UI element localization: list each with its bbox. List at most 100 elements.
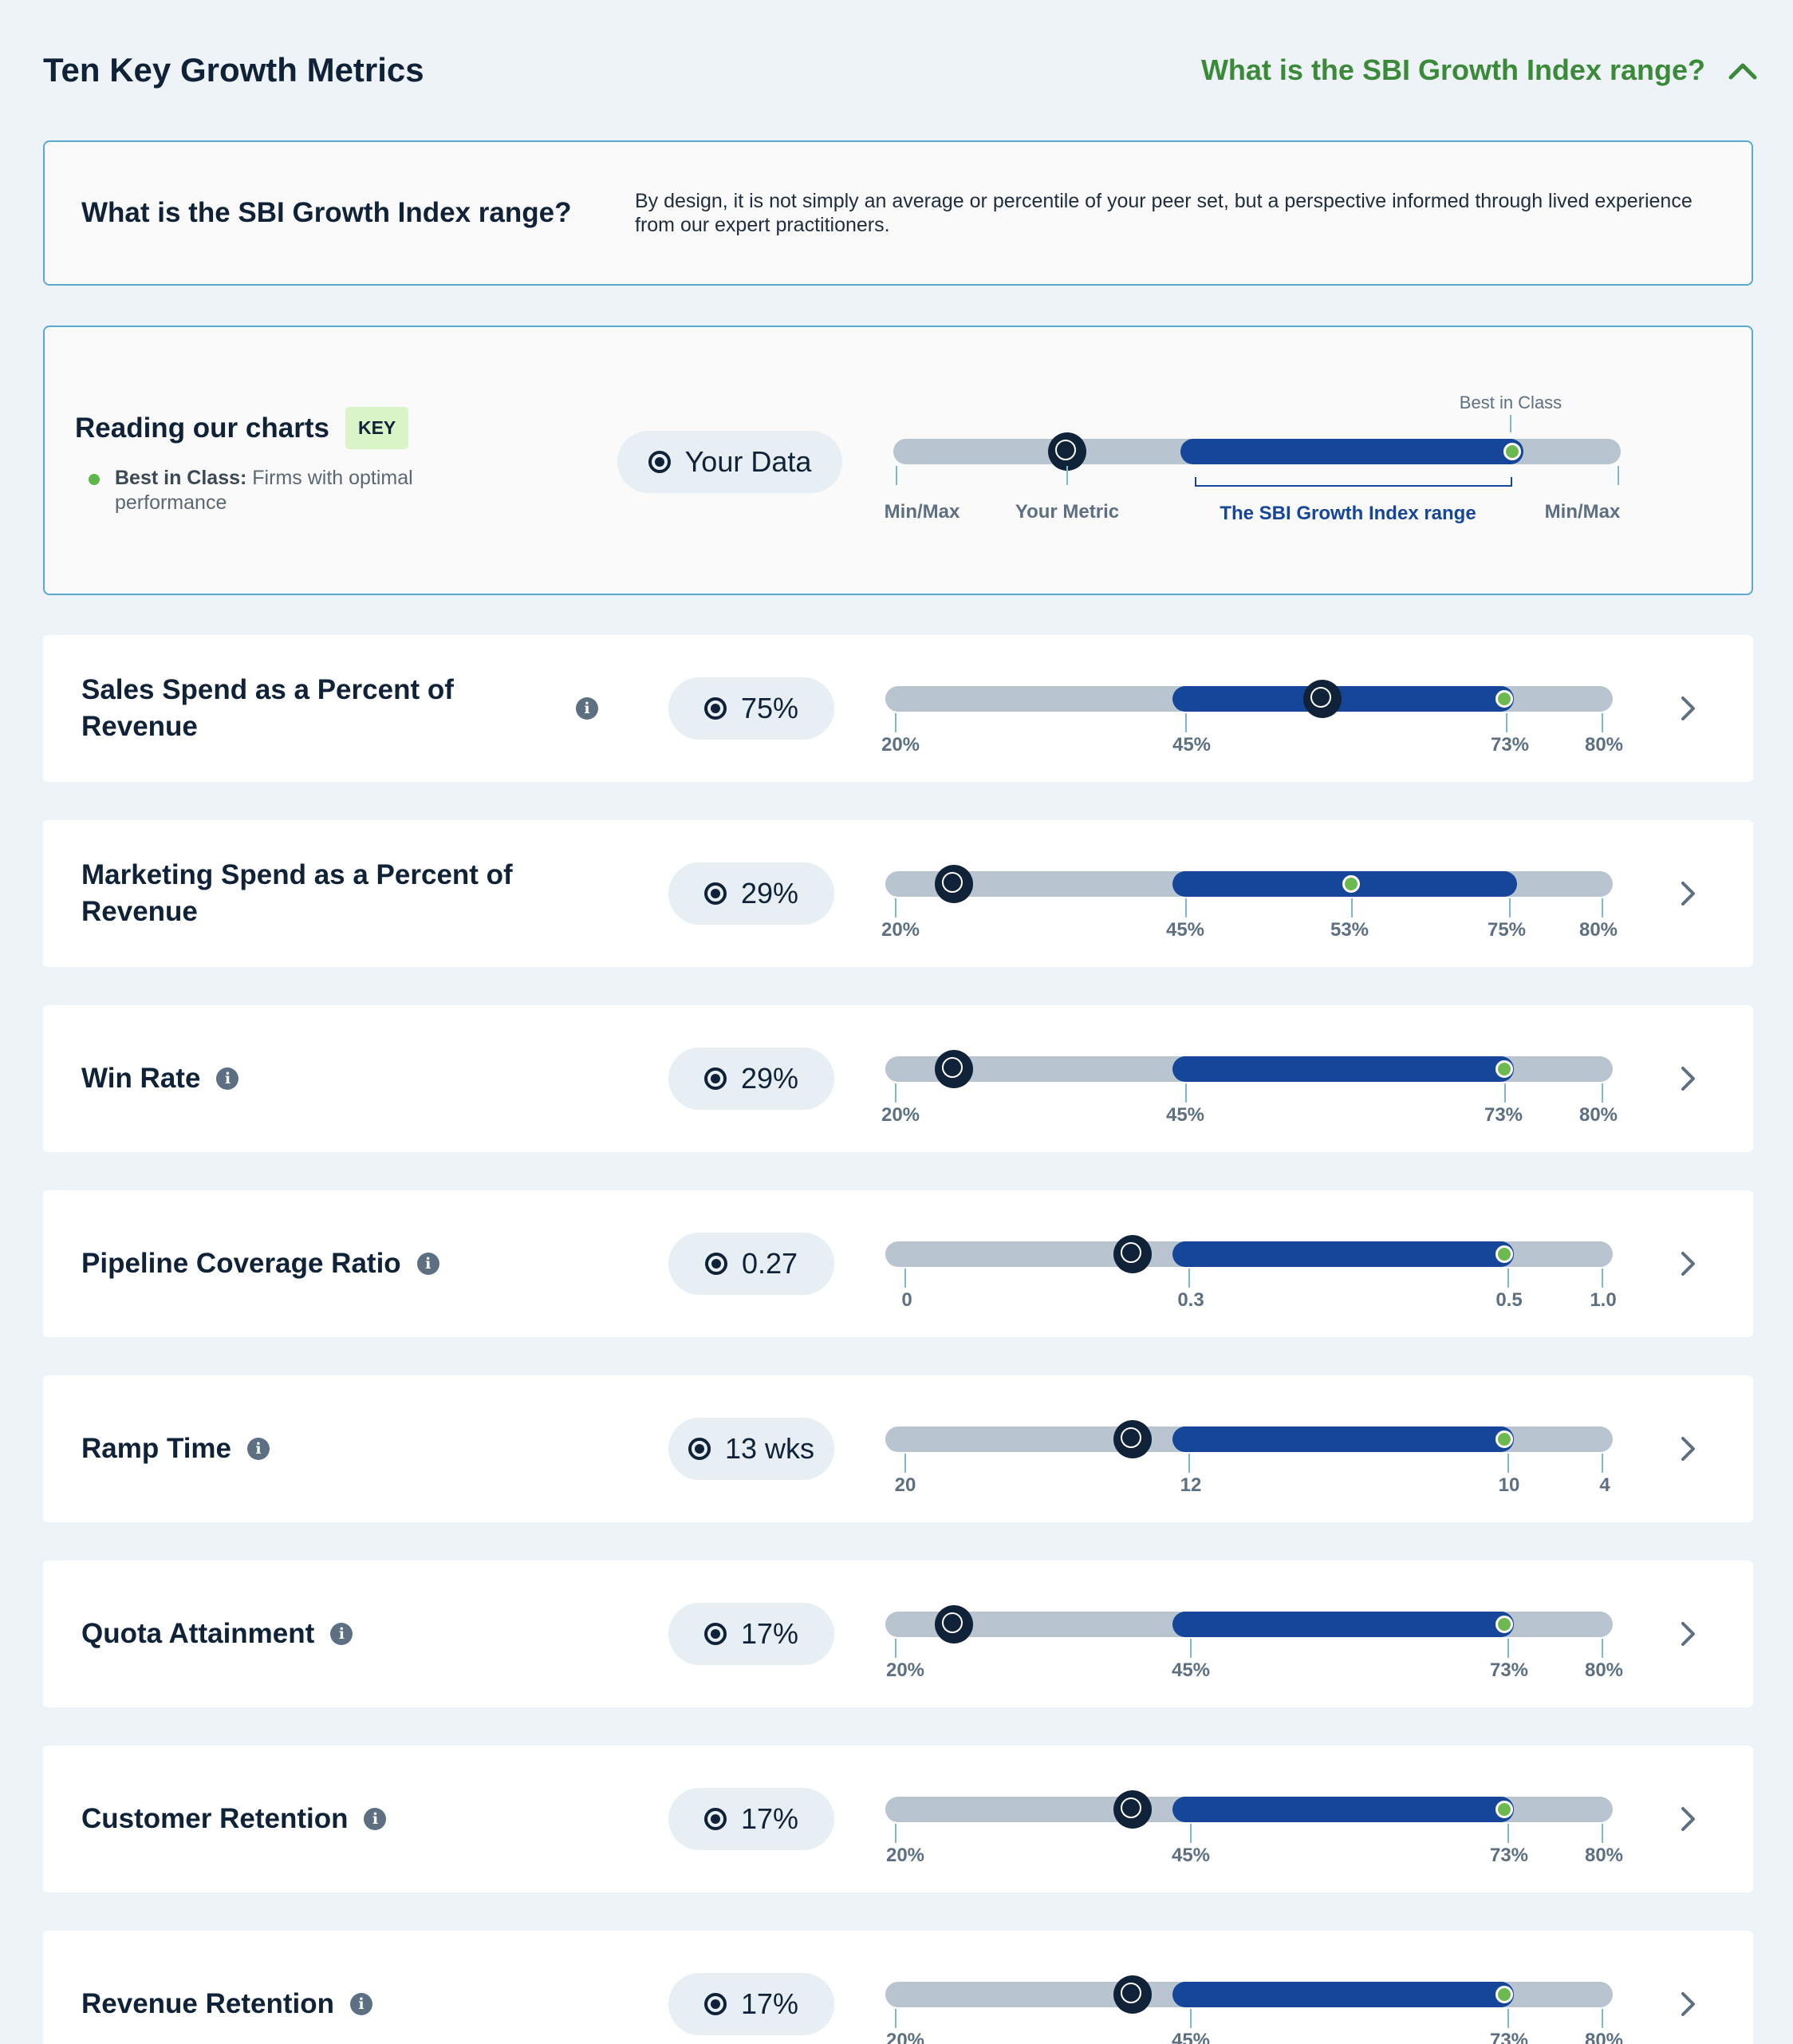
metric-card[interactable]: Win Rate i 29% 20% 45% 73% 80% (43, 1005, 1753, 1152)
target-icon (703, 1067, 727, 1090)
metric-name-label: Sales Spend as a Percent of Revenue (81, 674, 454, 742)
best-in-class-dot (1495, 1616, 1513, 1633)
axis-tick-label: 73% (1489, 1845, 1529, 1866)
chevron-right-icon[interactable] (1673, 1434, 1702, 1463)
your-data-value-pill: 17% (668, 1973, 834, 2035)
target-icon (704, 1253, 727, 1275)
your-data-value-pill: 29% (668, 1048, 834, 1110)
metric-card[interactable]: Sales Spend as a Percent of Revenue i 75% 2… (43, 635, 1753, 782)
metric-card[interactable]: Customer Retention i 17% 20% 45% 73% 80% (43, 1746, 1753, 1892)
axis-tick-label: 20% (881, 1104, 920, 1126)
best-in-class-dot (1495, 690, 1513, 708)
axis-tick (1602, 713, 1603, 732)
info-icon[interactable]: i (416, 1253, 439, 1275)
info-icon[interactable]: i (330, 1623, 353, 1645)
growth-index-toggle-label: What is the SBI Growth Index range? (1200, 53, 1705, 86)
axis-tick (904, 1269, 906, 1288)
axis-tick (895, 713, 897, 732)
chevron-right-icon[interactable] (1673, 1064, 1702, 1093)
key-your-metric-marker (1048, 432, 1086, 471)
metric-name: Win Rate i (81, 1005, 688, 1152)
axis-tick-label: 80% (1584, 734, 1624, 756)
axis-tick (1506, 713, 1507, 732)
axis-tick (1507, 1269, 1509, 1288)
page-header: Ten Key Growth Metrics What is the SBI G… (43, 46, 1758, 94)
axis-tick (1507, 1824, 1509, 1843)
axis-tick (1185, 898, 1187, 917)
chevron-right-icon[interactable] (1673, 879, 1702, 908)
target-icon (703, 1993, 727, 2015)
metric-name: Sales Spend as a Percent of Revenue i (81, 635, 688, 782)
axis-tick (895, 1083, 897, 1103)
info-icon[interactable]: i (350, 1993, 372, 2015)
metric-name: Ramp Time i (81, 1375, 688, 1522)
chevron-right-icon[interactable] (1673, 1805, 1702, 1833)
metric-name: Pipeline Coverage Ratio i (81, 1190, 688, 1337)
growth-index-range-bar (1172, 1241, 1514, 1267)
your-data-value: 17% (740, 1802, 799, 1835)
your-data-value: 29% (740, 877, 799, 910)
best-in-class-dot (1495, 1060, 1513, 1078)
info-card-text: By design, it is not simply an average o… (635, 190, 1693, 236)
key-title: Reading our charts (75, 412, 329, 444)
info-icon[interactable]: i (216, 1067, 239, 1090)
target-icon (703, 882, 727, 905)
metric-name: Customer Retention i (81, 1746, 688, 1892)
chevron-right-icon[interactable] (1673, 1990, 1702, 2018)
your-data-pill: Your Data (617, 431, 842, 493)
axis-tick (1602, 1083, 1603, 1103)
axis-tick-label: 80% (1578, 919, 1618, 941)
axis-tick (1188, 1269, 1190, 1288)
metric-card[interactable]: Pipeline Coverage Ratio i 0.27 0 0.3 0.5 1.0 (43, 1190, 1753, 1337)
axis-tick-label: 80% (1578, 1104, 1618, 1126)
best-in-class-dot (1495, 1986, 1513, 2003)
chevron-right-icon[interactable] (1673, 1249, 1702, 1278)
info-icon[interactable]: i (247, 1438, 270, 1460)
metric-card[interactable]: Quota Attainment i 17% 20% 45% 73% 80% (43, 1561, 1753, 1707)
your-metric-marker (1113, 1420, 1152, 1458)
your-data-value: 13 wks (724, 1432, 815, 1465)
axis-tick-label: 45% (1171, 2030, 1211, 2044)
axis-tick (1602, 1824, 1603, 1843)
growth-index-range-bar (1172, 686, 1514, 712)
axis-tick-label: 0 (901, 1289, 912, 1311)
axis-tick (1507, 1454, 1509, 1473)
best-in-class-dot (1495, 1245, 1513, 1263)
chevron-right-icon[interactable] (1673, 1620, 1702, 1648)
info-icon[interactable]: i (364, 1808, 387, 1830)
axis-tick (1188, 1454, 1190, 1473)
chevron-right-icon[interactable] (1673, 694, 1702, 723)
axis-tick-label: 20% (885, 2030, 925, 2044)
your-data-label: Your Data (684, 445, 812, 478)
metric-card[interactable]: Marketing Spend as a Percent of Revenue 2… (43, 820, 1753, 967)
metric-card[interactable]: Ramp Time i 13 wks 20 12 10 4 (43, 1375, 1753, 1522)
axis-tick-label: 80% (1584, 1659, 1624, 1681)
axis-tick-label: 73% (1489, 1659, 1529, 1681)
axis-tick-label: 20 (894, 1474, 916, 1496)
your-data-value-pill: 0.27 (668, 1233, 834, 1295)
metric-name-label: Revenue Retention (81, 1988, 334, 2019)
growth-index-toggle[interactable]: What is the SBI Growth Index range? (1201, 53, 1758, 87)
axis-tick (1602, 898, 1603, 917)
axis-tick-label: 20% (885, 1845, 925, 1866)
key-title-row: Reading our charts KEY (75, 407, 409, 449)
key-range-bar (1180, 439, 1523, 464)
axis-tick-label: 45% (1165, 1104, 1205, 1126)
axis-tick-label: 20% (881, 919, 920, 941)
metric-card[interactable]: Revenue Retention i 17% 20% 45% 73% 80% (43, 1931, 1753, 2044)
your-metric-marker (1113, 1790, 1152, 1829)
info-icon[interactable]: i (576, 697, 598, 720)
axis-tick (1351, 898, 1353, 917)
axis-tick (895, 1824, 897, 1843)
best-in-class-dot (1495, 1801, 1513, 1818)
axis-tick-label: 20% (881, 734, 920, 756)
key-badge: KEY (345, 407, 409, 449)
key-tick-your-metric (1066, 466, 1068, 485)
target-icon (703, 1623, 727, 1645)
your-data-value: 29% (740, 1062, 799, 1095)
growth-index-range-bar (1172, 1612, 1514, 1637)
axis-tick (895, 898, 897, 917)
best-in-class-tick (1510, 415, 1511, 432)
chart-key-card: Reading our charts KEY Best in Class: Fi… (43, 326, 1753, 595)
best-in-class-legend: Best in Class: Firms with optimal perfor… (89, 466, 472, 515)
